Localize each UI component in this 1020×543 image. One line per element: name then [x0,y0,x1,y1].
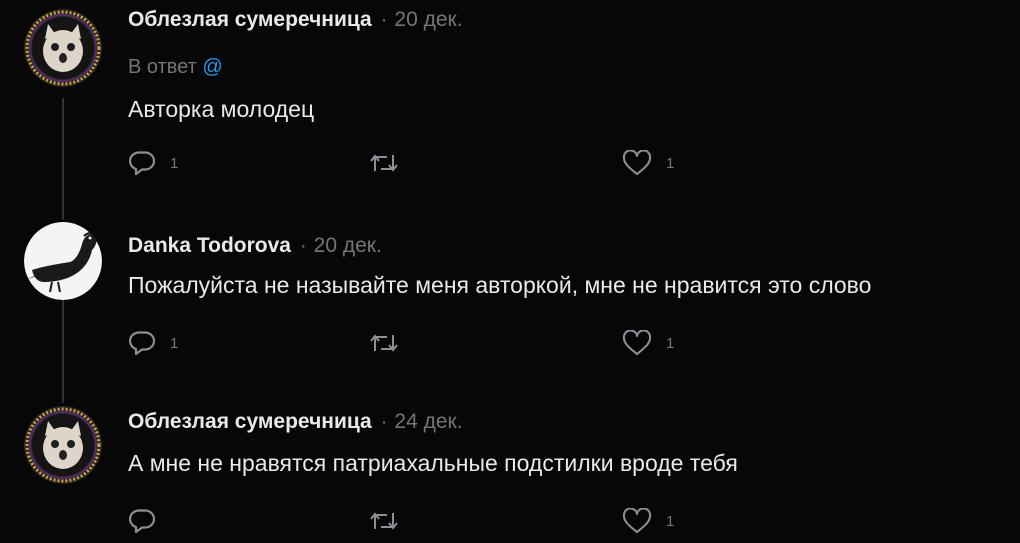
reply-to-line: В ответ @ [128,56,223,79]
like-button[interactable]: 1 [622,150,674,176]
cat-avatar-icon [24,406,102,484]
cat-avatar-icon [24,9,102,87]
reply-icon [128,151,156,176]
reply-count: 1 [170,154,179,172]
tweet-date[interactable]: 20 дек. [314,234,382,258]
author-name[interactable]: Danka Todorova [128,234,291,258]
retweet-icon [370,334,398,352]
tweet[interactable]: Danka Todorova · 20 дек. Пожалуйста не н… [0,200,1020,400]
like-icon [622,150,652,176]
avatar-pigeon[interactable] [24,222,102,300]
like-icon [622,330,652,356]
tweet-text: Пожалуйста не называйте меня авторкой, м… [128,272,872,298]
reply-button[interactable] [128,508,170,534]
retweet-icon [370,154,398,172]
tweet-date[interactable]: 24 дек. [394,410,462,434]
tweet[interactable]: Облезлая сумеречница · 24 дек. А мне не … [0,400,1020,543]
avatar-cat[interactable] [24,9,102,87]
separator-dot: · [380,411,388,433]
separator-dot: · [299,235,307,257]
like-button[interactable]: 1 [622,330,674,356]
like-count: 1 [666,154,675,172]
tweet-text: А мне не нравятся патриахальные подстилк… [128,450,738,476]
retweet-icon [370,512,398,530]
avatar-cat[interactable] [24,406,102,484]
like-count: 1 [666,512,675,530]
reply-mention-link[interactable]: @ [202,56,222,78]
separator-dot: · [380,9,388,31]
reply-icon [128,331,156,356]
tweet-header: Облезлая сумеречница · 20 дек. [128,8,463,32]
retweet-button[interactable] [368,152,414,174]
retweet-button[interactable] [368,510,414,532]
like-count: 1 [666,334,675,352]
tweet-header: Облезлая сумеречница · 24 дек. [128,410,463,434]
tweet-header: Danka Todorova · 20 дек. [128,234,382,258]
like-button[interactable]: 1 [622,508,674,534]
reply-to-label: В ответ [128,56,197,78]
retweet-button[interactable] [368,332,414,354]
tweet-date[interactable]: 20 дек. [394,8,462,32]
pigeon-avatar-icon [24,222,102,300]
reply-icon [128,509,156,534]
reply-button[interactable]: 1 [128,330,178,356]
author-name[interactable]: Облезлая сумеречница [128,410,372,434]
tweet[interactable]: Облезлая сумеречница · 20 дек. В ответ @… [0,0,1020,200]
author-name[interactable]: Облезлая сумеречница [128,8,372,32]
tweet-text: Авторка молодец [128,96,315,122]
like-icon [622,508,652,534]
reply-button[interactable]: 1 [128,150,178,176]
reply-count: 1 [170,334,179,352]
